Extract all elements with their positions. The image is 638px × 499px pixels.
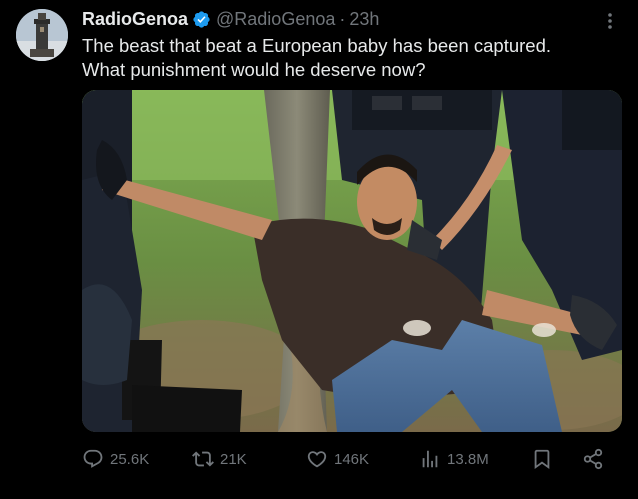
display-name[interactable]: RadioGenoa — [82, 9, 188, 30]
tweet-text-line-2: What punishment would he deserve now? — [82, 59, 426, 80]
tweet-photo[interactable] — [82, 90, 622, 432]
share-icon — [583, 448, 603, 470]
reply-count: 25.6K — [110, 450, 150, 468]
tweet-text: The beast that beat a European baby has … — [82, 34, 622, 82]
views-icon — [422, 450, 438, 468]
separator-dot: · — [339, 8, 346, 29]
reply-icon — [83, 449, 103, 468]
like-button[interactable]: 146K — [306, 447, 369, 471]
reply-button[interactable]: 25.6K — [82, 447, 149, 471]
views-button[interactable]: 13.8M — [419, 447, 489, 471]
repost-button[interactable]: 21K — [192, 447, 247, 471]
tweet-header: RadioGenoa @RadioGenoa · 23h — [82, 8, 379, 30]
action-bar: 25.6K 21K 146K 13.8M — [82, 447, 622, 471]
heart-icon — [307, 451, 327, 468]
share-button[interactable] — [582, 447, 610, 471]
handle[interactable]: @RadioGenoa — [216, 9, 335, 30]
views-count: 13.8M — [447, 450, 489, 468]
like-count: 146K — [334, 450, 370, 468]
tweet[interactable]: RadioGenoa @RadioGenoa · 23h The beast t… — [0, 0, 638, 499]
more-icon[interactable] — [602, 10, 618, 32]
bookmark-icon — [534, 449, 550, 470]
tweet-text-line-1: The beast that beat a European baby has … — [82, 35, 552, 56]
bookmark-button[interactable] — [531, 447, 559, 471]
timestamp[interactable]: 23h — [349, 9, 379, 30]
photo-illustration — [82, 90, 622, 432]
repost-count: 21K — [220, 450, 247, 468]
avatar[interactable] — [16, 9, 68, 61]
verified-badge-icon — [193, 10, 210, 28]
repost-icon — [192, 451, 214, 467]
